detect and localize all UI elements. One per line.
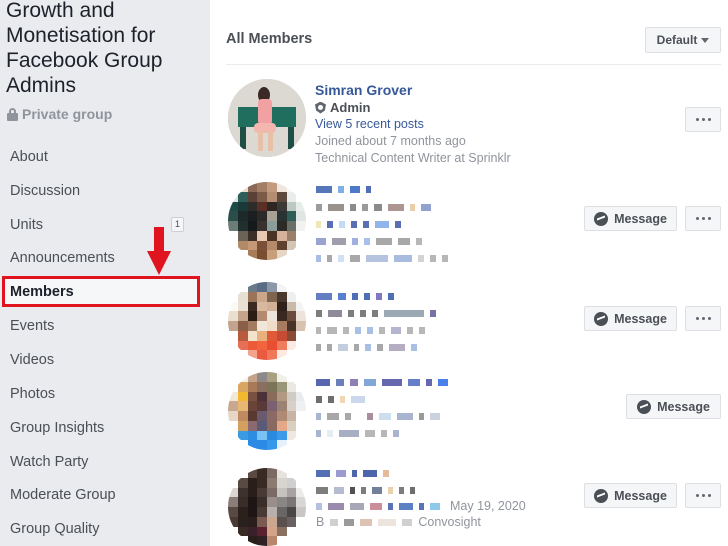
blurred-text bbox=[316, 308, 436, 318]
message-button[interactable]: Message bbox=[626, 394, 721, 419]
member-name[interactable]: Simran Grover bbox=[315, 81, 511, 99]
member-avatar[interactable] bbox=[228, 372, 306, 450]
privacy-label: Private group bbox=[22, 106, 113, 122]
more-options-icon bbox=[695, 494, 699, 497]
bio-suffix: Convosight bbox=[418, 514, 481, 529]
more-options-button[interactable] bbox=[685, 107, 721, 132]
sort-selected: Default bbox=[656, 33, 698, 47]
more-options-icon bbox=[695, 118, 699, 121]
privacy-status: Private group bbox=[7, 106, 112, 122]
blurred-name[interactable] bbox=[316, 184, 371, 194]
blurred-name[interactable] bbox=[316, 468, 389, 478]
annotation-highlight-box bbox=[2, 276, 200, 307]
joined-date: Joined about 7 months ago bbox=[315, 134, 466, 148]
more-options-button[interactable] bbox=[685, 206, 721, 231]
blurred-avatar bbox=[228, 182, 306, 260]
sidebar-item-label: Group Quality bbox=[10, 521, 100, 537]
blurred-bio-line: B Convosight bbox=[316, 515, 481, 529]
sidebar-item-label: Announcements bbox=[10, 250, 115, 266]
blurred-text bbox=[316, 485, 415, 495]
blurred-date-line: May 19, 2020 bbox=[316, 499, 526, 513]
sidebar-item-group-insights[interactable]: Group Insights bbox=[0, 411, 200, 445]
message-button[interactable]: Message bbox=[584, 483, 677, 508]
shield-icon bbox=[315, 101, 326, 114]
member-role: Admin bbox=[315, 99, 511, 116]
more-options-icon bbox=[695, 317, 699, 320]
message-button[interactable]: Message bbox=[584, 306, 677, 331]
sidebar-item-videos[interactable]: Videos bbox=[0, 343, 200, 377]
sidebar-item-label: Videos bbox=[10, 352, 55, 368]
messenger-icon bbox=[594, 311, 609, 326]
lock-icon bbox=[7, 107, 18, 121]
sidebar-item-moderate-group[interactable]: Moderate Group bbox=[0, 478, 200, 512]
sidebar-item-photos[interactable]: Photos bbox=[0, 377, 200, 411]
sidebar-item-discussion[interactable]: Discussion bbox=[0, 174, 200, 208]
more-options-icon bbox=[695, 217, 699, 220]
blurred-text bbox=[316, 219, 401, 229]
message-label: Message bbox=[614, 488, 667, 503]
blurred-text bbox=[316, 342, 417, 352]
blurred-avatar bbox=[228, 372, 306, 450]
message-label: Message bbox=[614, 211, 667, 226]
sidebar-item-group-quality[interactable]: Group Quality bbox=[0, 512, 200, 546]
panel-title: All Members bbox=[226, 31, 313, 47]
header-divider bbox=[226, 64, 721, 65]
more-options-button[interactable] bbox=[685, 483, 721, 508]
units-count-badge: 1 bbox=[171, 217, 184, 232]
more-options-button[interactable] bbox=[685, 306, 721, 331]
messenger-icon bbox=[594, 211, 609, 226]
blurred-text bbox=[316, 202, 431, 212]
annotation-arrow-icon bbox=[147, 227, 171, 275]
recent-posts-link[interactable]: View 5 recent posts bbox=[315, 116, 511, 133]
blurred-name[interactable] bbox=[316, 377, 448, 387]
member-avatar[interactable] bbox=[228, 468, 306, 546]
sidebar-item-events[interactable]: Events bbox=[0, 309, 200, 343]
role-label: Admin bbox=[330, 100, 371, 115]
blurred-text bbox=[316, 325, 425, 335]
blurred-name[interactable] bbox=[316, 291, 394, 301]
member-avatar[interactable] bbox=[228, 182, 306, 260]
messenger-icon bbox=[637, 399, 652, 414]
sort-dropdown[interactable]: Default bbox=[645, 27, 721, 53]
sidebar-item-label: Events bbox=[10, 318, 55, 334]
blurred-text bbox=[316, 428, 399, 438]
message-label: Message bbox=[657, 399, 710, 414]
group-sidebar: Growth and Monetisation for Facebook Gro… bbox=[0, 0, 210, 546]
blurred-text bbox=[316, 394, 365, 404]
message-label: Message bbox=[614, 311, 667, 326]
avatar-photo bbox=[228, 79, 306, 157]
joined-date: May 19, 2020 bbox=[450, 498, 526, 513]
blurred-avatar bbox=[228, 282, 306, 360]
members-panel: All Members Default Simran Grover Admin … bbox=[210, 0, 728, 546]
sidebar-item-label: Units bbox=[10, 217, 44, 233]
sidebar-item-label: Watch Party bbox=[10, 454, 89, 470]
sidebar-item-label: Photos bbox=[10, 386, 56, 402]
sidebar-item-label: Discussion bbox=[10, 183, 81, 199]
blurred-text bbox=[316, 236, 422, 246]
sidebar-item-label: About bbox=[10, 149, 48, 165]
member-bio: Technical Content Writer at Sprinklr bbox=[315, 151, 511, 165]
member-avatar[interactable] bbox=[228, 79, 306, 157]
sidebar-item-label: Moderate Group bbox=[10, 487, 116, 503]
messenger-icon bbox=[594, 488, 609, 503]
member-info: Simran Grover Admin View 5 recent posts … bbox=[315, 81, 511, 167]
sidebar-item-watch-party[interactable]: Watch Party bbox=[0, 445, 200, 479]
member-avatar[interactable] bbox=[228, 282, 306, 360]
caret-down-icon bbox=[701, 37, 710, 43]
blurred-text bbox=[316, 253, 448, 263]
sidebar-item-about[interactable]: About bbox=[0, 140, 200, 174]
blurred-text bbox=[316, 411, 440, 421]
message-button[interactable]: Message bbox=[584, 206, 677, 231]
bio-prefix: B bbox=[316, 514, 325, 529]
group-title[interactable]: Growth and Monetisation for Facebook Gro… bbox=[6, 0, 206, 98]
sidebar-item-label: Group Insights bbox=[10, 420, 105, 436]
blurred-avatar bbox=[228, 468, 306, 546]
